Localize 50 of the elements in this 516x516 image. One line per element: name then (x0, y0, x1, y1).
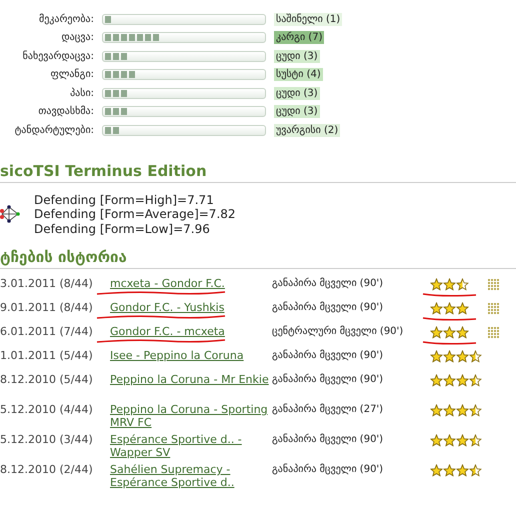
match-date: 9.01.2011 (8/44) (0, 300, 94, 314)
match-date: 6.01.2011 (7/44) (0, 324, 94, 338)
tsi-rating-text: Defending [Form=High]=7.71 (34, 192, 215, 207)
match-link[interactable]: Peppino la Coruna - Sporting MRV FC (110, 403, 272, 429)
underline-mark (422, 340, 477, 346)
match-date: 1.01.2011 (5/44) (0, 348, 94, 362)
position-text: განაპირა მცველი (90') (272, 462, 384, 475)
section-title: ტჩების ისტორია (0, 248, 516, 269)
skill-rating: ცუდი (3) (274, 105, 320, 118)
position-text: განაპირა მცველი (90') (272, 300, 384, 313)
skill-rating: ცუდი (3) (274, 50, 320, 63)
skill-label: თავდასხმა: (37, 106, 94, 118)
match-link[interactable]: Isee - Peppino la Coruna (110, 349, 272, 362)
match-date: 3.01.2011 (8/44) (0, 276, 94, 290)
match-link[interactable]: mcxeta - Gondor F.C. (110, 277, 272, 290)
position-text: განაპირა მცველი (90') (272, 348, 384, 361)
dots-grid-icon[interactable] (488, 279, 500, 291)
match-date: 5.12.2010 (4/44) (0, 402, 94, 416)
skill-label: დაცვა: (60, 32, 94, 44)
match-link[interactable]: Peppino la Coruna - Mr Enkie (110, 373, 272, 386)
network-icon (0, 205, 20, 224)
skill-label: მეკარეობა: (38, 14, 94, 25)
position-text: განაპირა მცველი (27') (272, 402, 384, 415)
match-link[interactable]: Gondor F.C. - Yushkis (110, 301, 272, 314)
skill-rating: კარგი (7) (274, 31, 324, 44)
match-date: 8.12.2010 (2/44) (0, 462, 94, 476)
position-text: განაპირა მცველი (90') (272, 432, 384, 445)
match-link[interactable]: Gondor F.C. - mcxeta (110, 325, 272, 338)
position-text: განაპირა მცველი (90') (272, 372, 384, 385)
section-title: sicoTSI Terminus Edition (0, 162, 516, 182)
dots-grid-icon[interactable] (488, 327, 500, 339)
tsi-rating-text: Defending [Form=Low]=7.96 (34, 222, 211, 236)
underline-mark (422, 316, 477, 322)
skill-rating: ცუდი (3) (274, 86, 320, 100)
underline-mark (422, 292, 477, 298)
skill-rating: უვარგისი (2) (274, 124, 340, 137)
dots-grid-icon[interactable] (488, 303, 500, 315)
skill-label: ტანდარტულები: (14, 124, 94, 136)
tsi-rating-text: Defending [Form=Average]=7.82 (34, 207, 236, 222)
skill-label: ფლანგი: (49, 69, 94, 80)
match-date: 5.12.2010 (3/44) (0, 432, 94, 446)
position-text: ცენტრალური მცველი (90') (272, 324, 404, 337)
skill-label: პასი: (69, 88, 94, 99)
position-text: განაპირა მცველი (90') (272, 276, 384, 289)
match-link[interactable]: Espérance Sportive d.. - Wapper SV (110, 433, 272, 459)
skill-rating: საშინელი (1) (274, 12, 342, 26)
match-date: 8.12.2010 (5/44) (0, 372, 94, 386)
skill-label: ნახევარდაცვა: (22, 50, 94, 62)
skill-rating: სუსტი (4) (274, 68, 323, 82)
match-link[interactable]: Sahélien Supremacy - Espérance Sportive d.. (110, 463, 272, 489)
